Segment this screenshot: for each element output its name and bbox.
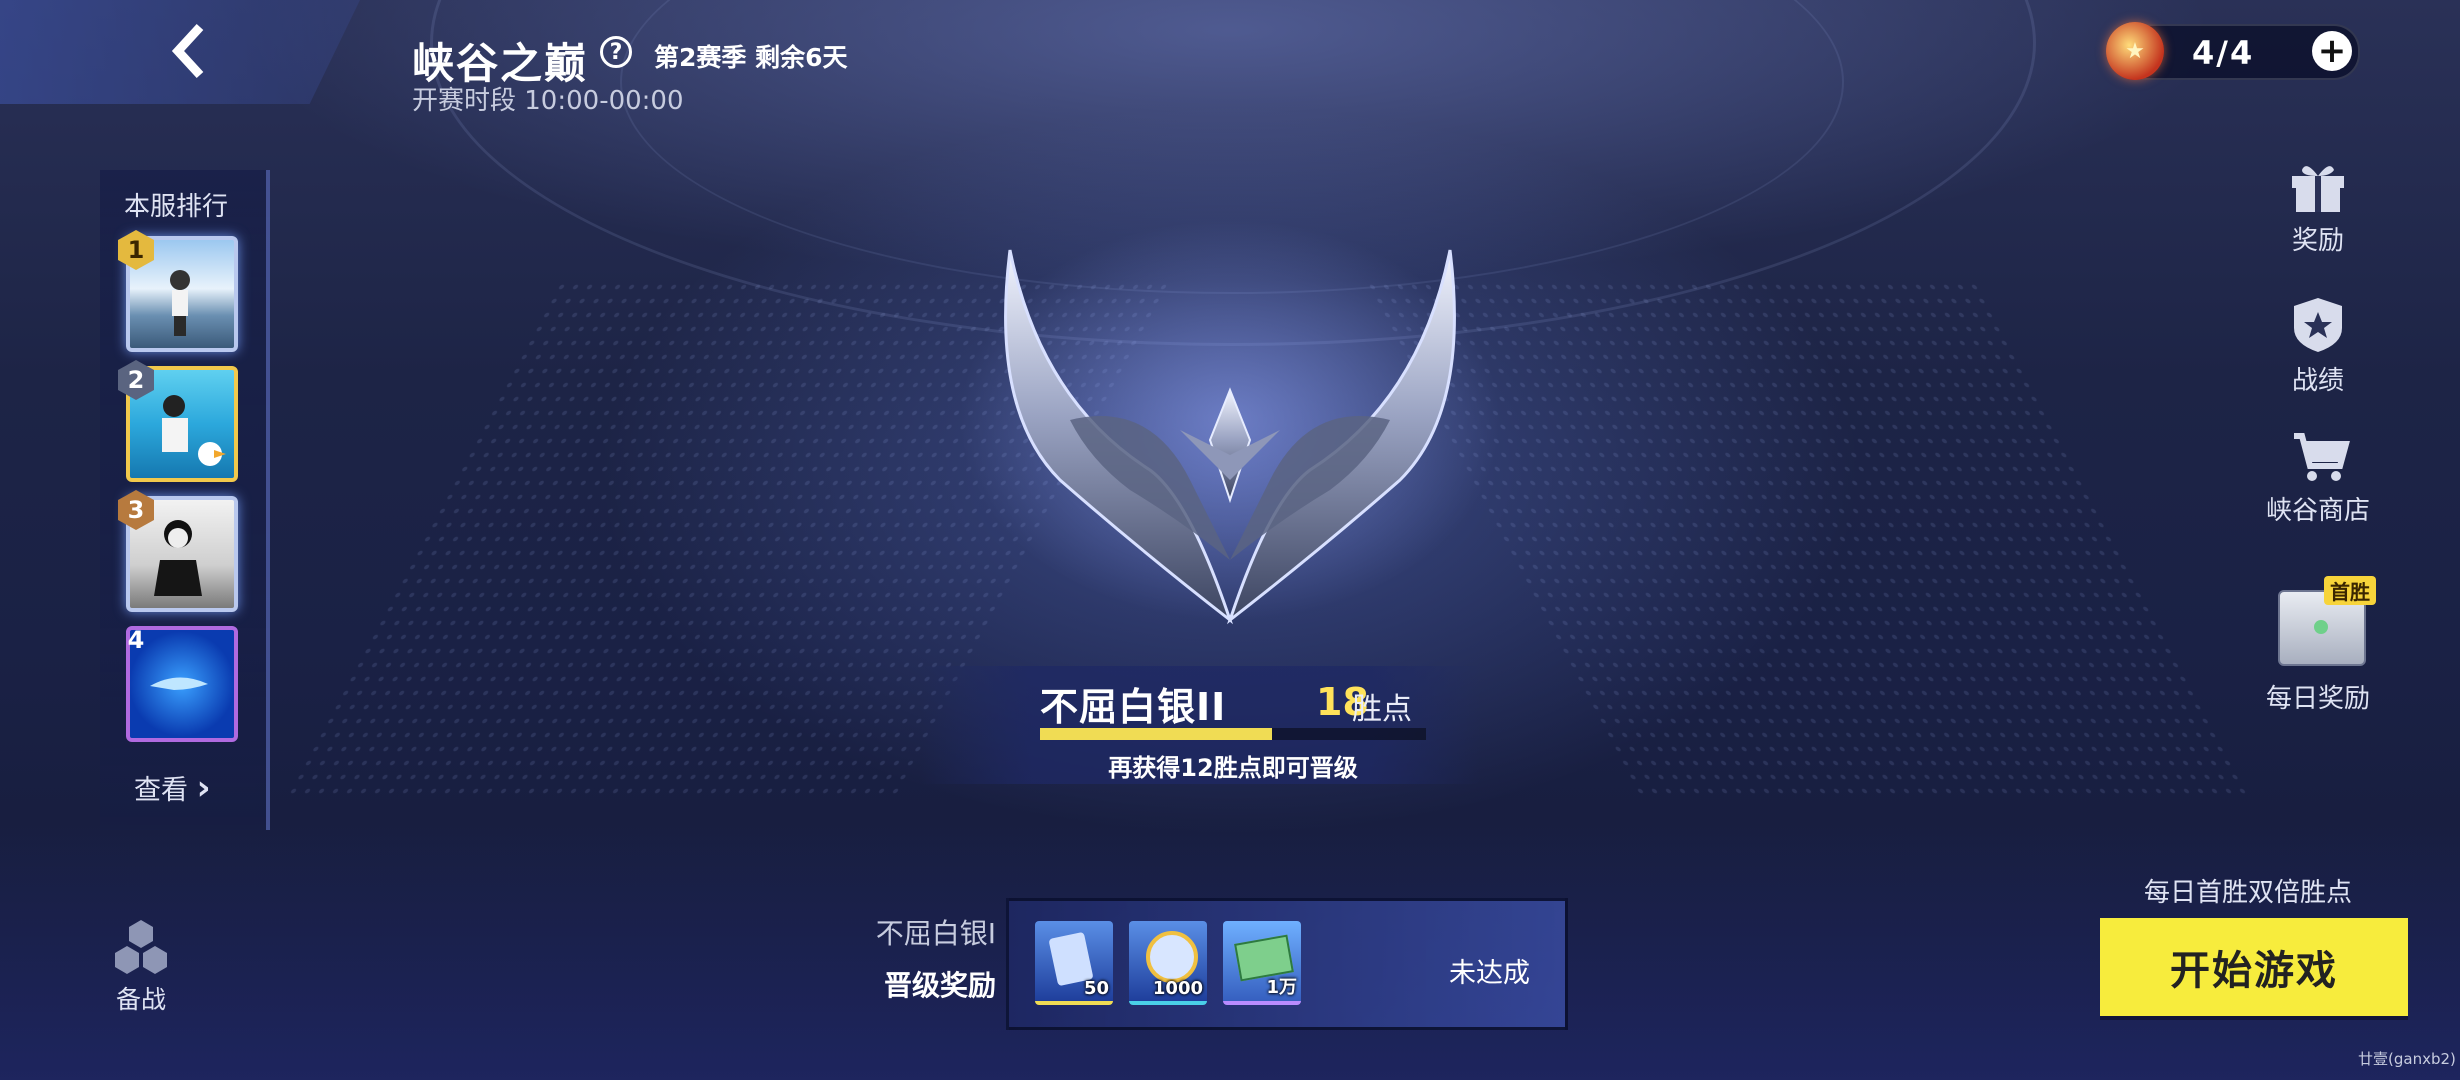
promotion-hint: 再获得12胜点即可晋级	[1108, 754, 1358, 782]
shield-star-icon	[2294, 298, 2342, 352]
ticket-count: 4/4	[2192, 34, 2255, 72]
prep-button[interactable]: 备战	[110, 918, 172, 1018]
prep-label: 备战	[115, 985, 166, 1014]
record-button[interactable]: 战绩	[2248, 294, 2388, 396]
reward-item[interactable]: 1000	[1129, 921, 1207, 1005]
rank-emblem-icon	[960, 220, 1500, 625]
promotion-labels: 不屈白银I 晋级奖励	[840, 912, 996, 1004]
rank-progress-fill	[1040, 728, 1272, 740]
reward-qty: 1000	[1152, 978, 1203, 999]
ranking-item[interactable]: 2	[118, 360, 238, 482]
ranking-item[interactable]: 1	[118, 230, 238, 352]
ranking-title: 本服排行	[124, 192, 229, 222]
match-period: 开赛时段 10:00-00:00	[412, 86, 684, 116]
double-points-text: 每日首胜双倍胜点	[2144, 878, 2353, 908]
reward-item[interactable]: 1万	[1223, 921, 1301, 1005]
rank-points-unit: 胜点	[1352, 692, 1412, 727]
rewards-button[interactable]: 奖励	[2248, 158, 2388, 258]
ranking-item[interactable]: 3	[118, 490, 238, 612]
view-ranking-button[interactable]: 查看 ›	[134, 768, 211, 808]
help-icon[interactable]: ?	[600, 36, 632, 68]
promotion-reward-strip: 50 1000 1万 未达成	[1006, 898, 1568, 1030]
reward-qty: 1万	[1266, 977, 1297, 998]
reward-qty: 50	[1083, 978, 1109, 999]
ranking-item[interactable]: 4	[118, 620, 238, 742]
ticket-counter: ★ 4/4 +	[2106, 22, 2360, 80]
rank-tier: 不屈白银II	[1040, 685, 1227, 729]
shop-button[interactable]: 峡谷商店	[2248, 426, 2388, 526]
back-arrow-icon	[171, 23, 204, 79]
shop-label: 峡谷商店	[2265, 496, 2370, 526]
season-info: 第2赛季 剩余6天	[654, 43, 848, 72]
back-button[interactable]	[150, 16, 230, 86]
shopping-cart-icon	[2294, 433, 2350, 481]
next-tier-label: 不屈白银I	[875, 917, 996, 950]
daily-reward-label: 每日奖励	[2265, 684, 2370, 714]
reward-item[interactable]: 50	[1035, 921, 1113, 1005]
gift-icon	[2292, 166, 2344, 212]
view-ranking-label: 查看	[134, 775, 188, 806]
chevron-right-icon: ›	[196, 768, 211, 808]
rewards-label: 奖励	[2291, 226, 2344, 256]
add-ticket-button[interactable]: +	[2312, 31, 2352, 71]
daily-reward-button[interactable]: 首胜 每日奖励	[2248, 576, 2388, 716]
medal-icon	[1146, 931, 1198, 983]
promotion-reward-label: 晋级奖励	[883, 969, 996, 1002]
rank-progress-bar	[1040, 728, 1426, 740]
first-win-badge: 首胜	[2324, 576, 2376, 605]
start-game-button[interactable]: 开始游戏	[2100, 918, 2408, 1016]
record-label: 战绩	[2291, 366, 2344, 396]
watermark: 廿壹(ganxb2)	[2358, 1050, 2456, 1068]
promotion-status: 未达成	[1449, 958, 1530, 989]
hexagon-cluster-icon	[115, 920, 167, 974]
ticket-icon: ★	[2106, 22, 2164, 80]
